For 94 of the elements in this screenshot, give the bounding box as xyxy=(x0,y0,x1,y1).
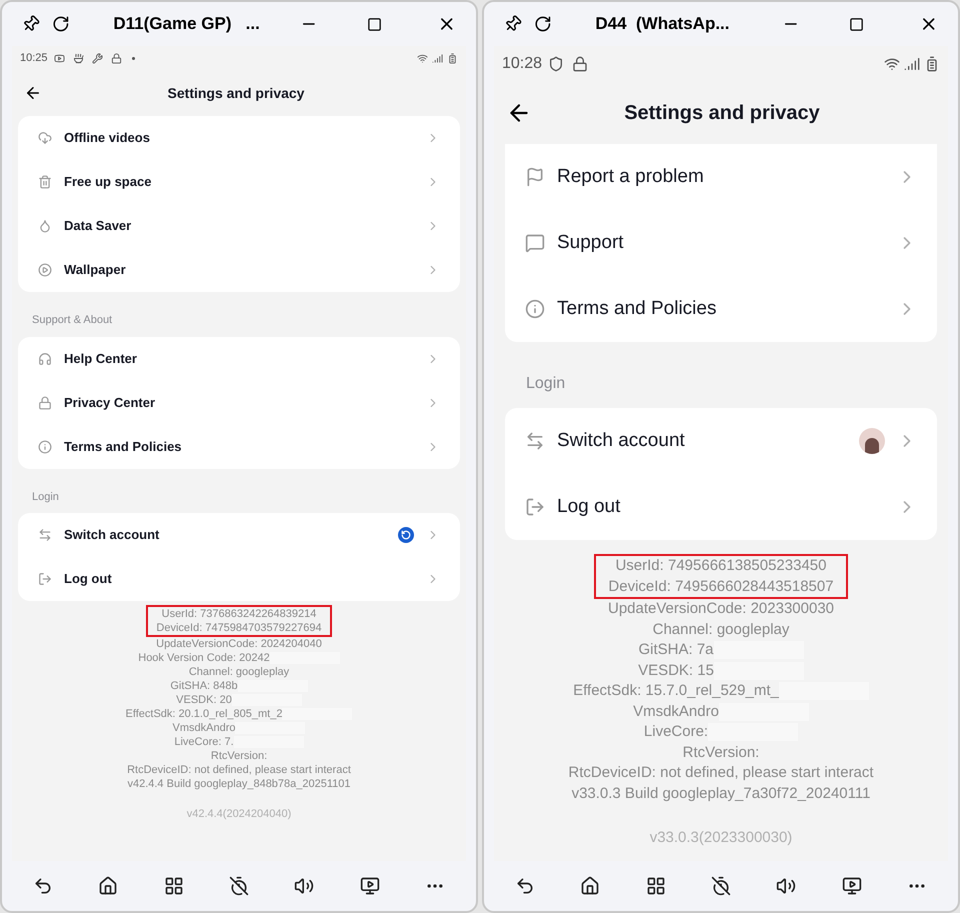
window-title: D44 (WhatsAp... xyxy=(595,13,730,36)
info-line: RtcVersion: xyxy=(682,742,760,762)
info-line: UserId: 7495666138505233450 xyxy=(615,556,826,576)
volume-icon[interactable] xyxy=(776,876,796,896)
signal-icon xyxy=(904,56,920,72)
trash-icon xyxy=(38,175,52,189)
info-line: UpdateVersionCode: 2023300030 xyxy=(608,599,834,619)
section-label: Login xyxy=(32,490,59,502)
settings-item[interactable]: Help Center xyxy=(64,348,414,368)
info-line: DeviceId: 7475984703579227694 xyxy=(156,621,322,635)
settings-item[interactable]: Terms and Policies xyxy=(557,294,885,324)
settings-item[interactable]: Switch account xyxy=(557,426,847,456)
version-label: v42.4.4(2024204040) xyxy=(186,807,292,821)
info-line: Channel: googleplay xyxy=(188,665,290,679)
back-icon[interactable] xyxy=(24,84,42,102)
signal-icon xyxy=(432,52,443,64)
window-title: D11(Game GP) ... xyxy=(113,13,261,36)
version-label: v33.0.3(2023300030) xyxy=(650,828,792,848)
play-circle-icon xyxy=(38,263,52,277)
wifi-icon xyxy=(884,56,900,72)
cloud-download-icon xyxy=(38,131,52,145)
back-nav-icon[interactable] xyxy=(32,876,53,896)
flag-icon xyxy=(525,167,545,187)
info-line: DeviceId: 7495666028443518507 xyxy=(608,576,834,596)
lock-icon xyxy=(38,396,52,410)
info-line: GitSHA: 848b xyxy=(170,679,238,693)
refresh-icon[interactable] xyxy=(534,14,552,34)
logout-icon xyxy=(38,572,52,586)
bowl-icon xyxy=(72,52,84,64)
grid-icon[interactable] xyxy=(164,876,184,896)
info-line: UpdateVersionCode: 2024204040 xyxy=(156,637,322,651)
info-line: LiveCore: 7. xyxy=(174,735,234,749)
home-icon[interactable] xyxy=(98,876,118,896)
page-title: Settings and privacy xyxy=(166,84,306,103)
info-line: VESDK: 15 xyxy=(638,660,714,680)
info-line: RtcDeviceID: not defined, please start interact xyxy=(568,763,874,783)
info-line: VmsdkAndro xyxy=(633,702,719,722)
settings-item[interactable]: Log out xyxy=(557,492,885,522)
wifi-icon xyxy=(417,52,428,64)
timer-off-icon[interactable] xyxy=(228,876,249,896)
info-line: VmsdkAndro xyxy=(172,721,236,735)
section-label: Support & About xyxy=(32,314,112,326)
info-line: UserId: 7376863242264839214 xyxy=(162,607,316,621)
info-line: Hook Version Code: 20242 xyxy=(138,651,270,665)
settings-item[interactable]: Offline videos xyxy=(64,128,414,148)
info-line: VESDK: 20 xyxy=(176,693,232,707)
info-line: EffectSdk: 15.7.0_rel_529_mt_ xyxy=(573,681,779,701)
battery-icon xyxy=(447,52,458,64)
shield-icon xyxy=(548,56,564,72)
settings-item[interactable]: Data Saver xyxy=(64,216,414,236)
info-icon xyxy=(38,440,52,454)
settings-item[interactable]: Privacy Center xyxy=(64,392,414,412)
volume-icon[interactable] xyxy=(294,876,314,896)
status-time: 10:28 xyxy=(502,54,542,74)
page-title: Settings and privacy xyxy=(623,101,821,126)
refresh-icon[interactable] xyxy=(52,14,70,34)
settings-item[interactable]: Log out xyxy=(64,569,414,589)
info-line: EffectSdk: 20.1.0_rel_805_mt_2 xyxy=(126,707,282,721)
timer-off-icon[interactable] xyxy=(710,876,731,896)
screen-play-icon[interactable] xyxy=(360,876,380,896)
settings-item[interactable]: Wallpaper xyxy=(64,260,414,280)
lock-icon xyxy=(572,56,588,72)
settings-item[interactable]: Switch account xyxy=(64,525,386,545)
droplet-icon xyxy=(38,219,52,233)
info-line: RtcVersion: xyxy=(210,749,268,763)
wrench-icon xyxy=(92,52,103,64)
info-line: v42.4.4 Build googleplay_848b78a_20251101 xyxy=(127,777,351,791)
lock-icon xyxy=(110,52,122,64)
settings-item[interactable]: Terms and Policies xyxy=(64,436,414,456)
settings-item[interactable]: Report a problem xyxy=(557,162,885,192)
switch-arrows-icon xyxy=(525,431,545,451)
switch-arrows-icon xyxy=(38,528,52,542)
avatar-icon xyxy=(859,428,885,454)
maximize-icon[interactable] xyxy=(367,16,383,32)
screen-play-icon[interactable] xyxy=(842,876,862,896)
back-nav-icon[interactable] xyxy=(514,876,535,896)
info-line: RtcDeviceID: not defined, please start interact xyxy=(127,763,351,777)
settings-item[interactable]: Free up space xyxy=(64,172,414,192)
switch-badge-icon xyxy=(398,527,414,543)
section-label: Login xyxy=(526,375,566,392)
video-icon xyxy=(54,52,65,64)
message-icon xyxy=(525,233,545,253)
info-line: GitSHA: 7a xyxy=(638,640,714,660)
settings-item[interactable]: Support xyxy=(557,228,885,258)
logout-icon xyxy=(525,497,545,517)
status-time: 10:25 xyxy=(20,50,48,66)
maximize-icon[interactable] xyxy=(849,16,865,32)
info-line: v33.0.3 Build googleplay_7a30f72_20240111 xyxy=(572,784,870,804)
info-line: Channel: googleplay xyxy=(652,620,790,640)
info-line: LiveCore: xyxy=(644,722,708,742)
home-icon[interactable] xyxy=(580,876,600,896)
grid-icon[interactable] xyxy=(646,876,666,896)
headphones-icon xyxy=(38,352,52,366)
info-icon xyxy=(525,299,545,319)
